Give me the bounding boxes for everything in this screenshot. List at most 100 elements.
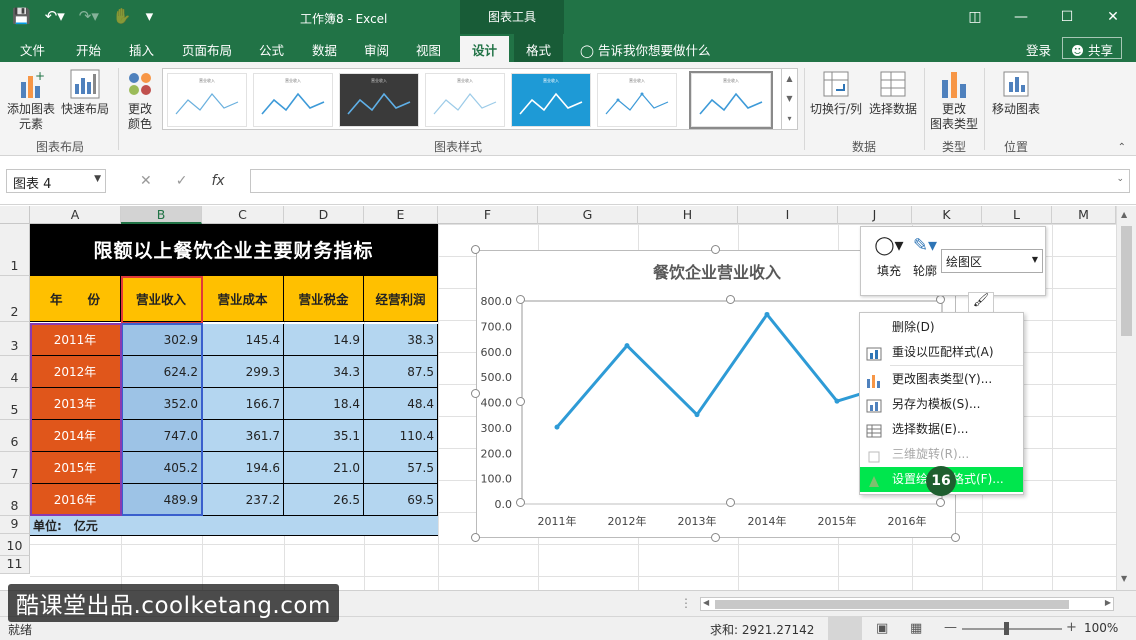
row-header-10[interactable]: 10 xyxy=(0,534,30,556)
tab-data[interactable]: 数据 xyxy=(312,40,337,59)
table-value-cell[interactable]: 87.5 xyxy=(364,356,438,388)
close-icon[interactable]: ✕ xyxy=(1090,0,1136,34)
formula-input[interactable]: ⌄ xyxy=(250,169,1130,193)
table-value-cell[interactable]: 624.2 xyxy=(121,356,202,388)
chart-style-2[interactable]: 营业收入 xyxy=(253,73,333,127)
table-value-cell[interactable]: 747.0 xyxy=(121,420,202,452)
chart-style-3[interactable]: 营业收入 xyxy=(339,73,419,127)
tab-design[interactable]: 设计 xyxy=(460,36,510,62)
name-box-dropdown-icon[interactable]: ▼ xyxy=(94,174,101,184)
column-header-F[interactable]: F xyxy=(438,206,538,224)
plot-area-handle[interactable] xyxy=(726,498,735,507)
expand-formula-icon[interactable]: ⌄ xyxy=(1116,174,1124,184)
table-year-cell[interactable]: 2013年 xyxy=(30,388,121,420)
select-data-button[interactable]: 选择数据 xyxy=(866,68,920,117)
page-layout-view-icon[interactable]: ▣ xyxy=(876,621,888,636)
table-value-cell[interactable]: 489.9 xyxy=(121,484,202,516)
column-header-A[interactable]: A xyxy=(30,206,121,224)
name-box[interactable]: 图表 4 ▼ xyxy=(6,169,106,193)
scroll-left-arrow-icon[interactable]: ◀ xyxy=(703,598,709,607)
select-all-corner[interactable] xyxy=(0,206,30,224)
table-value-cell[interactable]: 18.4 xyxy=(284,388,364,420)
page-break-view-icon[interactable]: ▦ xyxy=(910,621,922,636)
tab-review[interactable]: 审阅 xyxy=(364,40,389,59)
table-year-cell[interactable]: 2012年 xyxy=(30,356,121,388)
column-header-M[interactable]: M xyxy=(1052,206,1116,224)
table-value-cell[interactable]: 69.5 xyxy=(364,484,438,516)
plot-area-handle[interactable] xyxy=(516,396,525,406)
column-header-C[interactable]: C xyxy=(202,206,284,224)
row-header-8[interactable]: 8 xyxy=(0,484,30,516)
row-header-2[interactable]: 2 xyxy=(0,276,30,322)
collapse-ribbon-icon[interactable]: ⌃ xyxy=(1118,142,1126,153)
chart-resize-handle[interactable] xyxy=(471,245,480,254)
scroll-up-icon[interactable]: ▲ xyxy=(782,69,797,89)
row-header-1[interactable]: 1 xyxy=(0,224,30,276)
tab-page-layout[interactable]: 页面布局 xyxy=(182,40,232,59)
menu-item-reset[interactable]: 重设以匹配样式(A) xyxy=(860,340,1023,365)
table-header-cell[interactable]: 营业收入 xyxy=(121,276,202,322)
table-year-cell[interactable]: 2014年 xyxy=(30,420,121,452)
menu-item-save-template[interactable]: 另存为模板(S)... xyxy=(860,392,1023,417)
table-value-cell[interactable]: 14.9 xyxy=(284,324,364,356)
customize-qat-icon[interactable]: ▾ xyxy=(146,7,154,25)
table-value-cell[interactable]: 38.3 xyxy=(364,324,438,356)
table-value-cell[interactable]: 166.7 xyxy=(202,388,284,420)
minimize-icon[interactable]: — xyxy=(998,0,1044,34)
fill-button[interactable]: ◯▾ 填充 xyxy=(869,235,909,279)
row-header-7[interactable]: 7 xyxy=(0,452,30,484)
maximize-icon[interactable]: ☐ xyxy=(1044,0,1090,34)
menu-item-change-type[interactable]: 更改图表类型(Y)... xyxy=(860,367,1023,392)
tell-me-box[interactable]: ◯ 告诉我你想要做什么 xyxy=(580,40,710,59)
table-value-cell[interactable]: 110.4 xyxy=(364,420,438,452)
column-header-H[interactable]: H xyxy=(638,206,738,224)
table-value-cell[interactable]: 34.3 xyxy=(284,356,364,388)
row-header-11[interactable]: 11 xyxy=(0,556,30,574)
zoom-in-icon[interactable]: + xyxy=(1066,620,1077,635)
split-handle-icon[interactable]: ⋮ xyxy=(680,596,692,610)
menu-item-select-data[interactable]: 选择数据(E)... xyxy=(860,417,1023,442)
save-icon[interactable]: 💾 xyxy=(12,7,31,25)
table-value-cell[interactable]: 361.7 xyxy=(202,420,284,452)
table-value-cell[interactable]: 145.4 xyxy=(202,324,284,356)
chart-style-4[interactable]: 营业收入 xyxy=(425,73,505,127)
column-header-B[interactable]: B xyxy=(121,206,202,224)
plot-area-handle[interactable] xyxy=(516,295,525,304)
gallery-more-icon[interactable]: ▾ xyxy=(782,109,797,129)
chart-element-select[interactable]: 绘图区 ▼ xyxy=(941,249,1043,273)
table-value-cell[interactable]: 48.4 xyxy=(364,388,438,420)
touch-mode-icon[interactable]: ✋ xyxy=(113,7,132,25)
table-value-cell[interactable]: 21.0 xyxy=(284,452,364,484)
column-header-K[interactable]: K xyxy=(912,206,982,224)
chart-style-5[interactable]: 营业收入 xyxy=(511,73,591,127)
tab-home[interactable]: 开始 xyxy=(76,40,101,59)
column-header-G[interactable]: G xyxy=(538,206,638,224)
chevron-down-icon[interactable]: ▼ xyxy=(1032,255,1038,264)
table-unit-note[interactable]: 单位: 亿元 xyxy=(30,516,438,536)
row-header-3[interactable]: 3 xyxy=(0,322,30,356)
plot-area-handle[interactable] xyxy=(516,498,525,507)
move-chart-button[interactable]: 移动图表 xyxy=(988,68,1044,117)
row-header-6[interactable]: 6 xyxy=(0,420,30,452)
vertical-scrollbar[interactable]: ▲ ▼ xyxy=(1116,206,1136,590)
chart-resize-handle[interactable] xyxy=(951,533,960,542)
chart-resize-handle[interactable] xyxy=(711,533,720,542)
column-header-L[interactable]: L xyxy=(982,206,1052,224)
table-header-cell[interactable]: 营业税金 xyxy=(284,276,364,322)
table-value-cell[interactable]: 57.5 xyxy=(364,452,438,484)
redo-icon[interactable]: ↷▾ xyxy=(79,7,99,25)
outline-button[interactable]: ✎▾ 轮廓 xyxy=(905,235,945,279)
row-header-4[interactable]: 4 xyxy=(0,356,30,388)
insert-function-icon[interactable]: fx xyxy=(211,173,224,189)
tab-format[interactable]: 格式 xyxy=(514,34,564,62)
tab-formulas[interactable]: 公式 xyxy=(259,40,284,59)
column-header-D[interactable]: D xyxy=(284,206,364,224)
zoom-out-icon[interactable]: — xyxy=(944,620,957,635)
scroll-down-arrow-icon[interactable]: ▼ xyxy=(1121,574,1127,583)
table-year-cell[interactable]: 2016年 xyxy=(30,484,121,516)
login-link[interactable]: 登录 xyxy=(1026,40,1051,59)
tab-file[interactable]: 文件 xyxy=(20,40,45,59)
plot-area-handle[interactable] xyxy=(936,498,945,507)
table-header-cell[interactable]: 营业成本 xyxy=(202,276,284,322)
scroll-right-arrow-icon[interactable]: ▶ xyxy=(1105,598,1111,607)
